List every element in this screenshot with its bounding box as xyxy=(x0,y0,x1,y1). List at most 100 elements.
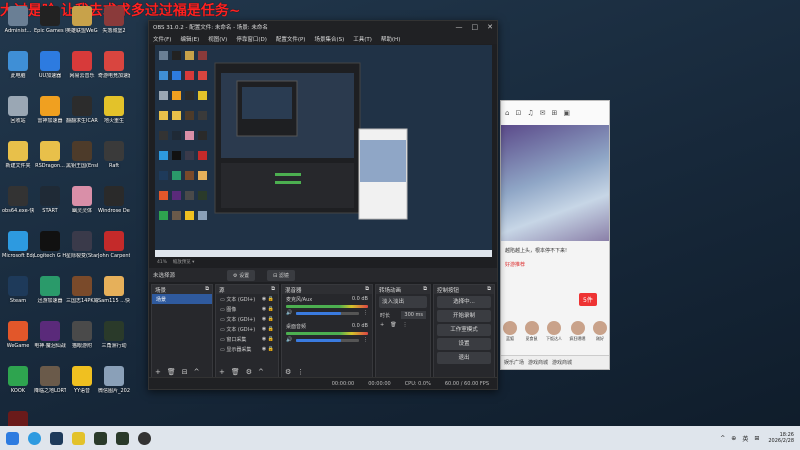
speaker-icon[interactable]: 🔊 xyxy=(286,337,292,343)
side-app-window[interactable]: ⌂ ⊡ ♫ ✉ ⊞ ▣ 越陷越上头，根本停不下来! 好游推荐 5件 蓝狐 觅食鼠 下饭达人 疯狂… xyxy=(500,100,610,370)
obs-preview[interactable] xyxy=(155,45,492,257)
desktop-icon[interactable]: 迅游加速器 xyxy=(34,276,66,318)
desktop-icon[interactable]: WeGame xyxy=(2,321,34,363)
undock-icon[interactable]: ⧉ xyxy=(423,286,427,293)
desktop-icon[interactable]: 英雄联盟WeGame版 xyxy=(66,6,98,48)
add-icon[interactable]: + xyxy=(380,322,384,328)
desktop-icon[interactable]: Logitech G HUB xyxy=(34,231,66,273)
filter-icon[interactable]: ⊟ xyxy=(182,368,188,376)
minimize-icon[interactable]: — xyxy=(456,23,463,31)
obs-title-bar[interactable]: OBS 31.0.2 - 配置文件: 未命名 - 场景: 未命名 — □ ✕ xyxy=(149,21,497,33)
desktop-icon[interactable]: 猫眼游附 xyxy=(66,321,98,363)
scene-item[interactable]: 场景 xyxy=(152,294,212,304)
steam-icon[interactable] xyxy=(50,431,63,445)
source-filters-button[interactable]: ⊟ 滤镜 xyxy=(267,269,295,281)
arrow-up-icon[interactable]: ^ xyxy=(194,368,200,376)
desktop-icon[interactable]: 黑钥王国(Enshrou... xyxy=(66,141,98,183)
obs-taskbar-icon[interactable] xyxy=(138,431,151,445)
maximize-icon[interactable]: □ xyxy=(472,23,479,31)
folder-icon[interactable] xyxy=(72,431,85,445)
control-button[interactable]: 工作室模式 xyxy=(437,324,491,336)
source-item[interactable]: ▭ 图像 ◉ 🔒 xyxy=(216,304,278,314)
source-item[interactable]: ▭ 文本 (GDI+) ◉ 🔒 xyxy=(216,294,278,304)
arrow-up-icon[interactable]: ^ xyxy=(258,368,264,376)
side-user[interactable]: 下饭达人 xyxy=(546,321,562,342)
obs-window[interactable]: OBS 31.0.2 - 配置文件: 未命名 - 场景: 未命名 — □ ✕ 文… xyxy=(148,20,498,390)
visibility-lock-icons[interactable]: ◉ 🔒 xyxy=(262,346,274,352)
desktop-icon[interactable]: Raft xyxy=(98,141,130,183)
trash-icon[interactable]: 🗑 xyxy=(167,368,176,376)
menu-item[interactable]: 停靠窗口(D) xyxy=(236,35,267,43)
desktop-icon[interactable]: Sam115 ...快捷方式 xyxy=(98,276,130,318)
desktop-icon[interactable]: KOOK xyxy=(2,366,34,408)
desktop-icon[interactable]: Administ... xyxy=(2,6,34,48)
side-nav-icon[interactable]: ⌂ xyxy=(505,109,509,117)
side-bottom-link[interactable]: 游戏商城 xyxy=(528,359,548,366)
desktop-icon[interactable]: Steam xyxy=(2,276,34,318)
trash-icon[interactable]: 🗑 xyxy=(231,368,240,376)
visibility-lock-icons[interactable]: ◉ 🔒 xyxy=(262,306,274,312)
desktop-icon[interactable]: UU加速器 xyxy=(34,51,66,93)
more-icon[interactable]: ⋮ xyxy=(297,368,304,376)
tray-icon[interactable]: 英 xyxy=(742,434,748,443)
control-button[interactable]: 设置 xyxy=(437,338,491,350)
desktop-icon[interactable]: 地火重生 xyxy=(98,96,130,138)
source-props-button[interactable]: ⚙ 设置 xyxy=(227,269,256,281)
side-caption-main[interactable]: 越陷越上头，根本停不下来! xyxy=(505,247,567,254)
add-icon[interactable]: + xyxy=(155,368,161,376)
desktop-icon[interactable]: Microsoft Edge xyxy=(2,231,34,273)
side-user[interactable]: 刚好 xyxy=(593,321,607,342)
undock-icon[interactable]: ⧉ xyxy=(487,286,491,293)
desktop-icon[interactable]: obs64.exe-快捷方式 xyxy=(2,186,34,228)
speaker-icon[interactable]: 🔊 xyxy=(286,310,292,316)
tray-icon[interactable]: ⊞ xyxy=(754,435,759,442)
menu-item[interactable]: 编辑(E) xyxy=(180,35,199,43)
desktop-icon[interactable]: 降临之地LORT xyxy=(34,366,66,408)
desktop-icon[interactable]: Windrose Demo xyxy=(98,186,130,228)
desktop-icon[interactable]: 此电脑 xyxy=(2,51,34,93)
obs-menu-bar[interactable]: 文件(F) 编辑(E) 视图(V) 停靠窗口(D) 配置文件(P) 场景集合(S) 工具(T… xyxy=(149,33,497,44)
desktop-icon[interactable]: Epic Games Launcher xyxy=(34,6,66,48)
desktop-volume-slider[interactable] xyxy=(296,338,359,342)
preview-zoom-hint[interactable]: 缩放预览 ▾ xyxy=(173,260,195,265)
side-nav-icon[interactable]: ⊡ xyxy=(515,109,521,117)
desktop-icon[interactable]: START xyxy=(34,186,66,228)
undock-icon[interactable]: ⧉ xyxy=(205,286,209,293)
gear-icon[interactable]: ⋮ xyxy=(363,337,368,343)
control-button[interactable]: 开始录制 xyxy=(437,310,491,322)
desktop-icon[interactable]: 失落城堡2 xyxy=(98,6,130,48)
gear-icon[interactable]: ⚙ xyxy=(285,368,291,376)
trash-icon[interactable]: 🗑 xyxy=(390,322,396,328)
side-bottom-link[interactable]: 娱乐广场 xyxy=(504,359,524,366)
menu-item[interactable]: 文件(F) xyxy=(153,35,171,43)
menu-item[interactable]: 场景集合(S) xyxy=(314,35,344,43)
system-tray[interactable]: ^ ⊕ 英 ⊞ xyxy=(720,434,759,443)
control-button[interactable]: 退出 xyxy=(437,352,491,364)
menu-item[interactable]: 配置文件(P) xyxy=(276,35,306,43)
desktop-icon[interactable]: 奇游电竞加速器 xyxy=(98,51,130,93)
menu-item[interactable]: 工具(T) xyxy=(353,35,372,43)
close-icon[interactable]: ✕ xyxy=(487,23,493,31)
gear-icon[interactable]: ⚙ xyxy=(246,368,252,376)
desktop-icon[interactable]: 星际裂变(StarRupt... xyxy=(66,231,98,273)
side-nav-icon[interactable]: ✉ xyxy=(540,109,546,117)
source-item[interactable]: ▭ 文本 (GDI+) ◉ 🔒 xyxy=(216,314,278,324)
edge-icon[interactable] xyxy=(28,431,41,445)
side-app-nav[interactable]: ⌂ ⊡ ♫ ✉ ⊞ ▣ xyxy=(501,101,609,125)
menu-item[interactable]: 视图(V) xyxy=(208,35,227,43)
desktop-icon[interactable]: RSDragon... xyxy=(34,141,66,183)
game-icon[interactable] xyxy=(116,431,129,445)
add-icon[interactable]: + xyxy=(219,368,225,376)
desktop-icon[interactable]: 微信图片_2025082... xyxy=(98,366,130,408)
side-bottom-link[interactable]: 游戏商城 xyxy=(552,359,572,366)
desktop-icon[interactable]: 幽灵灵体 xyxy=(66,186,98,228)
taskbar-clock[interactable]: 18:26 2026/2/28 xyxy=(768,432,794,444)
side-user[interactable]: 疯狂嗯嗯 xyxy=(570,321,586,342)
game-banner-image[interactable] xyxy=(501,125,609,241)
side-nav-icon[interactable]: ♫ xyxy=(527,109,533,117)
desktop-icon[interactable]: 网易云音乐 xyxy=(66,51,98,93)
start-icon[interactable] xyxy=(6,431,19,445)
mic-volume-slider[interactable] xyxy=(296,311,359,315)
desktop-icon[interactable]: 回收站 xyxy=(2,96,34,138)
source-item[interactable]: ▭ 显示器采集 ◉ 🔒 xyxy=(216,344,278,354)
